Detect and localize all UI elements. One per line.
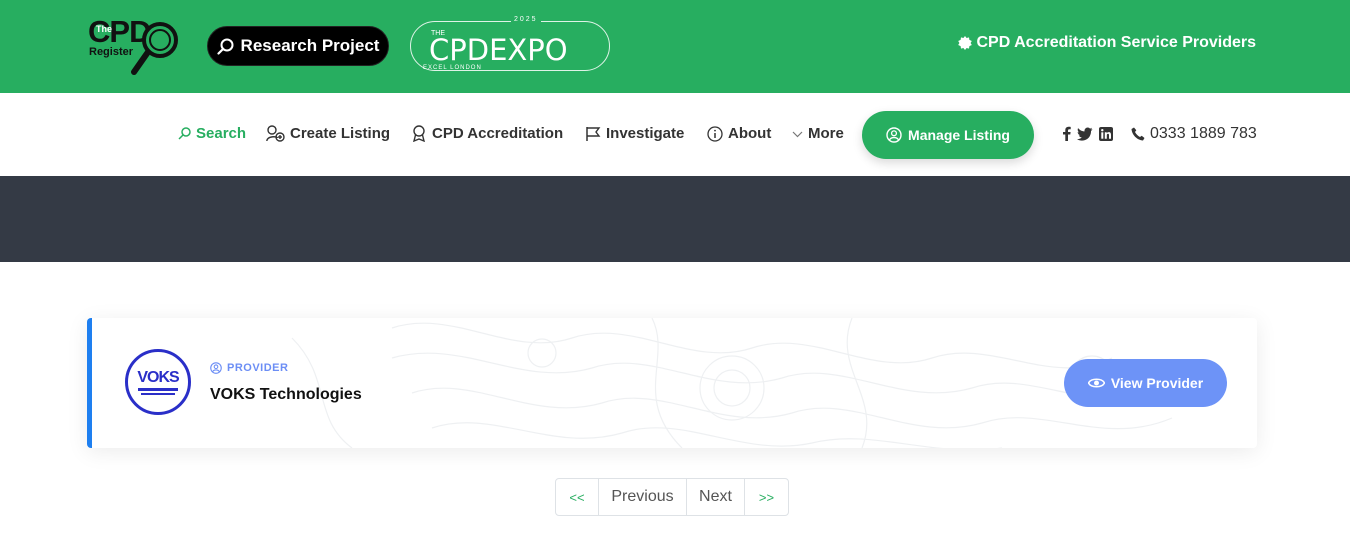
social-links [1062,126,1113,141]
award-icon [413,125,425,142]
manage-listing-button[interactable]: Manage Listing [862,111,1034,159]
nav-about-label: About [728,125,772,142]
cpd-expo-logo[interactable]: 2025 THE CPDEXPO EXCEL LONDON [410,16,610,71]
provider-logo-text: VOKS [137,369,179,386]
research-project-button[interactable]: Research Project [207,26,389,66]
phone-icon [1131,127,1145,141]
pagination-next[interactable]: Next [687,479,745,515]
provider-card: VOKS PROVIDER VOKS Technologies View Pro… [87,318,1257,448]
logo-register-text: Register [89,46,134,58]
nav-search-label: Search [196,125,247,142]
provider-logo[interactable]: VOKS [125,349,191,415]
phone-number: 0333 1889 783 [1150,125,1257,142]
nav-create-listing-label: Create Listing [290,125,391,142]
view-provider-button[interactable]: View Provider [1064,359,1227,407]
nav-search[interactable]: Search [178,125,246,142]
phone-link[interactable]: 0333 1889 783 [1131,125,1257,143]
pagination-previous[interactable]: Previous [599,479,687,515]
accreditation-providers-label: CPD Accreditation Service Providers [976,34,1256,51]
user-circle-icon [210,362,222,374]
pagination-first[interactable]: << [556,479,599,515]
pagination-last[interactable]: >> [745,479,788,515]
chevron-down-icon [792,131,803,137]
main-nav: Search Create Listing CPD Accreditation … [0,93,1350,176]
provider-tag-label: PROVIDER [227,362,289,374]
expo-venue: EXCEL LONDON [423,65,482,71]
page-banner [0,176,1350,262]
provider-tag: PROVIDER [210,362,288,374]
top-header: CPD The Register Research Project 2025 T… [0,0,1350,93]
manage-listing-label: Manage Listing [908,127,1010,143]
nav-create-listing[interactable]: Create Listing [266,125,390,142]
provider-logo-bar [138,388,178,391]
provider-name[interactable]: VOKS Technologies [210,386,362,404]
search-icon [178,127,191,140]
cpd-register-logo[interactable]: CPD The Register [88,14,188,78]
eye-icon [1087,378,1105,388]
user-plus-icon [266,125,285,142]
research-project-label: Research Project [240,36,380,55]
pagination: << Previous Next >> [555,478,789,516]
view-provider-label: View Provider [1110,375,1204,391]
badge-icon [958,36,973,50]
user-circle-icon [886,127,902,143]
nav-more[interactable]: More [792,125,844,142]
search-icon [216,38,234,55]
nav-more-label: More [808,125,844,142]
accreditation-providers-link[interactable]: CPD Accreditation Service Providers [958,34,1256,52]
magnifier-icon [131,22,178,75]
flag-icon [586,126,601,141]
nav-investigate-label: Investigate [606,125,685,142]
nav-cpd-accreditation-label: CPD Accreditation [432,125,564,142]
linkedin-icon[interactable] [1099,126,1113,141]
info-icon [707,125,723,142]
expo-year: 2025 [511,16,541,23]
expo-name: CPDEXPO [429,33,568,67]
nav-cpd-accreditation[interactable]: CPD Accreditation [411,125,563,142]
provider-logo-bar-small [141,393,175,395]
twitter-icon[interactable] [1077,127,1093,141]
nav-investigate[interactable]: Investigate [585,125,684,142]
nav-about[interactable]: About [707,125,771,142]
logo-the-text: The [96,24,113,34]
facebook-icon[interactable] [1062,126,1071,141]
